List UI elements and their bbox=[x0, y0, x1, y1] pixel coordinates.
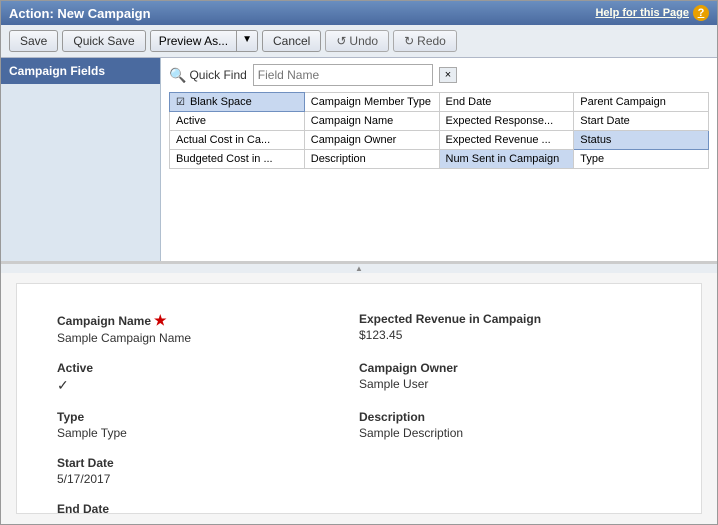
field-campaign-name-preview: Campaign Name ★ Sample Campaign Name bbox=[57, 304, 359, 353]
quick-save-button[interactable]: Quick Save bbox=[62, 30, 145, 52]
field-expected-revenue-preview: Expected Revenue in Campaign $123.45 bbox=[359, 304, 661, 353]
preview-main-label[interactable]: Preview As... bbox=[151, 31, 236, 51]
field-type-preview: Type Sample Type bbox=[57, 402, 359, 448]
help-link[interactable]: Help for this Page ? bbox=[595, 5, 709, 21]
field-description[interactable]: Description bbox=[304, 150, 439, 169]
type-value: Sample Type bbox=[57, 426, 359, 440]
expected-revenue-label: Expected Revenue in Campaign bbox=[359, 312, 661, 326]
field-budgeted-cost[interactable]: Budgeted Cost in ... bbox=[170, 150, 305, 169]
field-picker: 🔍 Quick Find × ☑ Blank Space bbox=[161, 58, 717, 261]
form-grid: Campaign Name ★ Sample Campaign Name Exp… bbox=[57, 304, 661, 514]
sidebar-item-label: Campaign Fields bbox=[9, 64, 105, 78]
description-label: Description bbox=[359, 410, 661, 424]
sidebar: Campaign Fields bbox=[1, 58, 161, 261]
preview-dropdown-arrow[interactable]: ▼ bbox=[236, 31, 257, 51]
save-button[interactable]: Save bbox=[9, 30, 58, 52]
redo-label: Redo bbox=[417, 34, 446, 48]
expected-revenue-value: $123.45 bbox=[359, 328, 661, 342]
table-row: Active Campaign Name Expected Response..… bbox=[170, 112, 709, 131]
page-title: Action: New Campaign bbox=[9, 6, 151, 21]
field-parent-campaign[interactable]: Parent Campaign bbox=[574, 93, 709, 112]
field-campaign-member-type[interactable]: Campaign Member Type bbox=[304, 93, 439, 112]
field-expected-response[interactable]: Expected Response... bbox=[439, 112, 574, 131]
cancel-button[interactable]: Cancel bbox=[262, 30, 321, 52]
clear-search-button[interactable]: × bbox=[439, 67, 457, 83]
field-end-date[interactable]: End Date bbox=[439, 93, 574, 112]
field-campaign-name[interactable]: Campaign Name bbox=[304, 112, 439, 131]
help-icon: ? bbox=[693, 5, 709, 21]
field-type[interactable]: Type bbox=[574, 150, 709, 169]
field-active-preview: Active ✓ bbox=[57, 353, 359, 402]
field-description-preview: Description Sample Description bbox=[359, 402, 661, 448]
preview-area: Campaign Name ★ Sample Campaign Name Exp… bbox=[16, 283, 702, 514]
quick-find-label: 🔍 Quick Find bbox=[169, 67, 247, 84]
field-blank-space[interactable]: ☑ Blank Space bbox=[170, 93, 305, 112]
description-value: Sample Description bbox=[359, 426, 661, 440]
title-bar: Action: New Campaign Help for this Page … bbox=[1, 1, 717, 25]
search-icon: 🔍 bbox=[169, 67, 186, 84]
field-start-date-preview: Start Date 5/17/2017 bbox=[57, 448, 359, 494]
lower-section: Campaign Name ★ Sample Campaign Name Exp… bbox=[1, 273, 717, 524]
toolbar: Save Quick Save Preview As... ▼ Cancel U… bbox=[1, 25, 717, 58]
end-date-label: End Date bbox=[57, 502, 359, 514]
main-content: Campaign Fields 🔍 Quick Find × bbox=[1, 58, 717, 524]
field-name-input[interactable] bbox=[253, 64, 433, 86]
drag-arrow-icon: ▲ bbox=[355, 264, 363, 273]
fields-table: ☑ Blank Space Campaign Member Type End D… bbox=[169, 92, 709, 169]
field-actual-cost[interactable]: Actual Cost in Ca... bbox=[170, 131, 305, 150]
quick-find-row: 🔍 Quick Find × bbox=[169, 64, 709, 86]
required-star: ★ bbox=[154, 312, 167, 329]
field-active[interactable]: Active bbox=[170, 112, 305, 131]
start-date-value: 5/17/2017 bbox=[57, 472, 359, 486]
field-expected-revenue[interactable]: Expected Revenue ... bbox=[439, 131, 574, 150]
field-start-date[interactable]: Start Date bbox=[574, 112, 709, 131]
field-label-blank-space: Blank Space bbox=[190, 96, 252, 108]
redo-button[interactable]: Redo bbox=[393, 30, 457, 52]
table-row: Budgeted Cost in ... Description Num Sen… bbox=[170, 150, 709, 169]
active-label: Active bbox=[57, 361, 359, 375]
campaign-name-label: Campaign Name ★ bbox=[57, 312, 359, 329]
add-icon: ☑ bbox=[176, 97, 185, 108]
undo-icon bbox=[336, 34, 346, 48]
table-row: Actual Cost in Ca... Campaign Owner Expe… bbox=[170, 131, 709, 150]
active-value: ✓ bbox=[57, 377, 359, 394]
field-end-date-preview: End Date 5/17/2017 bbox=[57, 494, 359, 514]
type-label: Type bbox=[57, 410, 359, 424]
redo-icon bbox=[404, 34, 414, 48]
sidebar-item-campaign-fields[interactable]: Campaign Fields bbox=[1, 58, 160, 84]
undo-label: Undo bbox=[349, 34, 378, 48]
campaign-owner-value: Sample User bbox=[359, 377, 661, 391]
field-num-sent[interactable]: Num Sent in Campaign bbox=[439, 150, 574, 169]
field-empty-right bbox=[359, 448, 661, 494]
help-text: Help for this Page bbox=[595, 7, 689, 19]
quick-find-text: Quick Find bbox=[189, 68, 246, 82]
start-date-label: Start Date bbox=[57, 456, 359, 470]
field-status[interactable]: Status bbox=[574, 131, 709, 150]
drag-handle[interactable]: ▲ bbox=[1, 263, 717, 273]
undo-button[interactable]: Undo bbox=[325, 30, 389, 52]
field-campaign-owner[interactable]: Campaign Owner bbox=[304, 131, 439, 150]
campaign-owner-label: Campaign Owner bbox=[359, 361, 661, 375]
campaign-name-value: Sample Campaign Name bbox=[57, 331, 359, 345]
table-row: ☑ Blank Space Campaign Member Type End D… bbox=[170, 93, 709, 112]
preview-as-button[interactable]: Preview As... ▼ bbox=[150, 30, 258, 52]
field-campaign-owner-preview: Campaign Owner Sample User bbox=[359, 353, 661, 402]
upper-section: Campaign Fields 🔍 Quick Find × bbox=[1, 58, 717, 263]
